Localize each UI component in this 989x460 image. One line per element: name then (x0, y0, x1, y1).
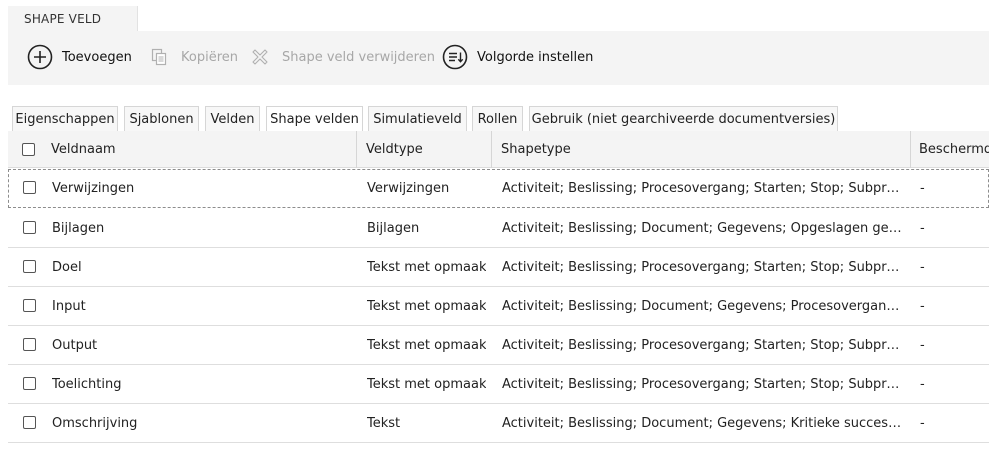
cell-veldnaam: Omschrijving (52, 416, 138, 431)
tab-rollen[interactable]: Rollen (472, 106, 523, 131)
row-checkbox[interactable] (23, 377, 36, 390)
table-row[interactable]: Bijlagen Bijlagen Activiteit; Beslissing… (8, 209, 989, 248)
cell-beschermd: - (920, 221, 925, 236)
tab-eigenschappen[interactable]: Eigenschappen (12, 106, 118, 131)
table-row[interactable]: Input Tekst met opmaak Activiteit; Besli… (8, 287, 989, 326)
cell-shapetype: Activiteit; Beslissing; Document; Gegeve… (502, 221, 902, 236)
column-separator[interactable] (910, 131, 911, 168)
row-checkbox[interactable] (23, 260, 36, 273)
plus-circle-icon (27, 44, 53, 70)
cell-veldnaam: Output (52, 338, 98, 353)
cell-veldnaam: Verwijzingen (52, 181, 135, 196)
cell-veldnaam: Bijlagen (52, 221, 105, 236)
tab-gebruik[interactable]: Gebruik (niet gearchiveerde documentvers… (529, 106, 838, 131)
cell-veldnaam: Input (52, 299, 86, 314)
cell-veldtype: Tekst met opmaak (367, 260, 487, 275)
cell-beschermd: - (920, 260, 925, 275)
cell-shapetype: Activiteit; Beslissing; Procesovergang; … (502, 338, 902, 353)
sort-order-icon (442, 44, 468, 70)
cell-beschermd: - (920, 416, 925, 431)
cell-veldtype: Tekst met opmaak (367, 338, 487, 353)
copy-button[interactable]: Kopiëren (146, 44, 238, 70)
set-order-button-label: Volgorde instellen (477, 49, 594, 65)
cell-shapetype: Activiteit; Beslissing; Procesovergang; … (502, 260, 902, 275)
cell-beschermd: - (920, 377, 925, 392)
select-all-checkbox[interactable] (22, 143, 35, 156)
column-header-veldtype[interactable]: Veldtype (366, 142, 423, 157)
set-order-button[interactable]: Volgorde instellen (442, 44, 593, 70)
tab-sjablonen[interactable]: Sjablonen (124, 106, 199, 131)
cell-shapetype: Activiteit; Beslissing; Procesovergang; … (502, 181, 902, 196)
column-header-veldnaam[interactable]: Veldnaam (51, 142, 116, 157)
cell-beschermd: - (920, 299, 925, 314)
cell-veldtype: Tekst met opmaak (367, 299, 487, 314)
cell-shapetype: Activiteit; Beslissing; Document; Gegeve… (502, 416, 902, 431)
table-row[interactable]: Omschrijving Tekst Activiteit; Beslissin… (8, 404, 989, 443)
copy-icon (146, 44, 172, 70)
tab-simulatieveld[interactable]: Simulatieveld (368, 106, 467, 131)
tab-shape-veld-label: SHAPE VELD (24, 12, 102, 26)
delete-shape-field-button[interactable]: Shape veld verwijderen (247, 44, 435, 70)
row-checkbox[interactable] (23, 181, 36, 194)
cell-shapetype: Activiteit; Beslissing; Document; Gegeve… (502, 299, 902, 314)
row-checkbox[interactable] (23, 299, 36, 312)
tab-velden[interactable]: Velden (205, 106, 260, 131)
cell-veldtype: Verwijzingen (367, 181, 450, 196)
tab-strip-background (138, 6, 989, 31)
delete-x-icon (247, 44, 273, 70)
table-row[interactable]: Toelichting Tekst met opmaak Activiteit;… (8, 365, 989, 404)
column-separator[interactable] (491, 131, 492, 168)
table-row[interactable]: Output Tekst met opmaak Activiteit; Besl… (8, 326, 989, 365)
table-row[interactable]: Doel Tekst met opmaak Activiteit; Beslis… (8, 248, 989, 287)
row-checkbox[interactable] (23, 221, 36, 234)
row-checkbox[interactable] (23, 338, 36, 351)
copy-button-label: Kopiëren (181, 49, 238, 65)
column-header-shapetype[interactable]: Shapetype (501, 142, 571, 157)
cell-shapetype: Activiteit; Beslissing; Procesovergang; … (502, 377, 902, 392)
add-button-label: Toevoegen (62, 49, 132, 65)
table-row[interactable]: Verwijzingen Verwijzingen Activiteit; Be… (8, 169, 989, 208)
cell-veldtype: Bijlagen (367, 221, 420, 236)
cell-veldnaam: Toelichting (52, 377, 122, 392)
cell-beschermd: - (920, 338, 925, 353)
cell-beschermd: - (920, 181, 925, 196)
column-separator[interactable] (356, 131, 357, 168)
cell-veldnaam: Doel (52, 260, 82, 275)
column-header-beschermd[interactable]: Beschermd (919, 142, 989, 157)
tab-shape-velden[interactable]: Shape velden (266, 106, 363, 131)
add-button[interactable]: Toevoegen (27, 44, 132, 70)
cell-veldtype: Tekst met opmaak (367, 377, 487, 392)
grid-header: Veldnaam Veldtype Shapetype Beschermd (8, 131, 989, 168)
cell-veldtype: Tekst (367, 416, 401, 431)
row-checkbox[interactable] (23, 416, 36, 429)
delete-shape-field-label: Shape veld verwijderen (282, 49, 435, 65)
